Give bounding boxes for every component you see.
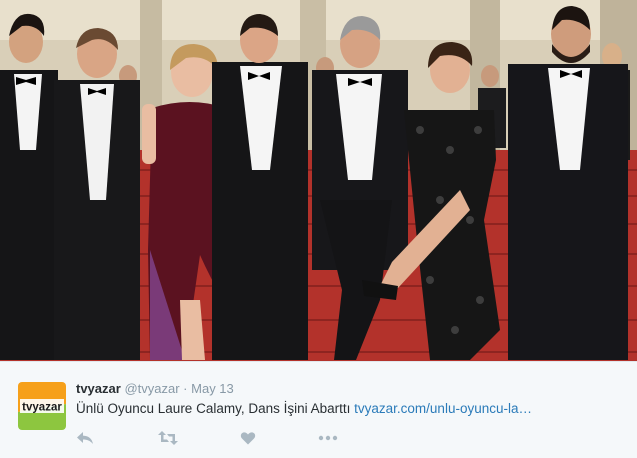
- user-handle[interactable]: @tvyazar: [124, 381, 179, 396]
- tweet-body: tvyazar tvyazar @tvyazar · May 13 Ünlü O…: [0, 361, 637, 458]
- retweet-icon: [158, 431, 178, 445]
- tweet-text: Ünlü Oyuncu Laure Calamy, Dans İşini Aba…: [76, 400, 532, 418]
- reply-button[interactable]: [76, 430, 96, 446]
- red-carpet-group-photo: [0, 0, 637, 361]
- tweet-photo[interactable]: [0, 0, 637, 361]
- tweet-header: tvyazar @tvyazar · May 13: [76, 381, 234, 397]
- like-button[interactable]: [240, 430, 260, 446]
- tweet-link[interactable]: tvyazar.com/unlu-oyuncu-la…: [354, 401, 532, 416]
- more-icon: [318, 435, 338, 441]
- tweet-date[interactable]: May 13: [191, 381, 234, 396]
- more-button[interactable]: [318, 430, 338, 446]
- avatar[interactable]: tvyazar: [18, 382, 66, 430]
- reply-icon: [77, 432, 93, 444]
- tweet-card: tvyazar tvyazar @tvyazar · May 13 Ünlü O…: [0, 0, 637, 458]
- like-icon: [240, 432, 256, 445]
- retweet-button[interactable]: [158, 430, 178, 446]
- logo-text: tvyazar: [22, 402, 62, 414]
- tvyazar-logo-icon: tvyazar: [18, 382, 66, 430]
- display-name[interactable]: tvyazar: [76, 381, 121, 396]
- separator: ·: [183, 381, 188, 396]
- tweet-message: Ünlü Oyuncu Laure Calamy, Dans İşini Aba…: [76, 401, 351, 416]
